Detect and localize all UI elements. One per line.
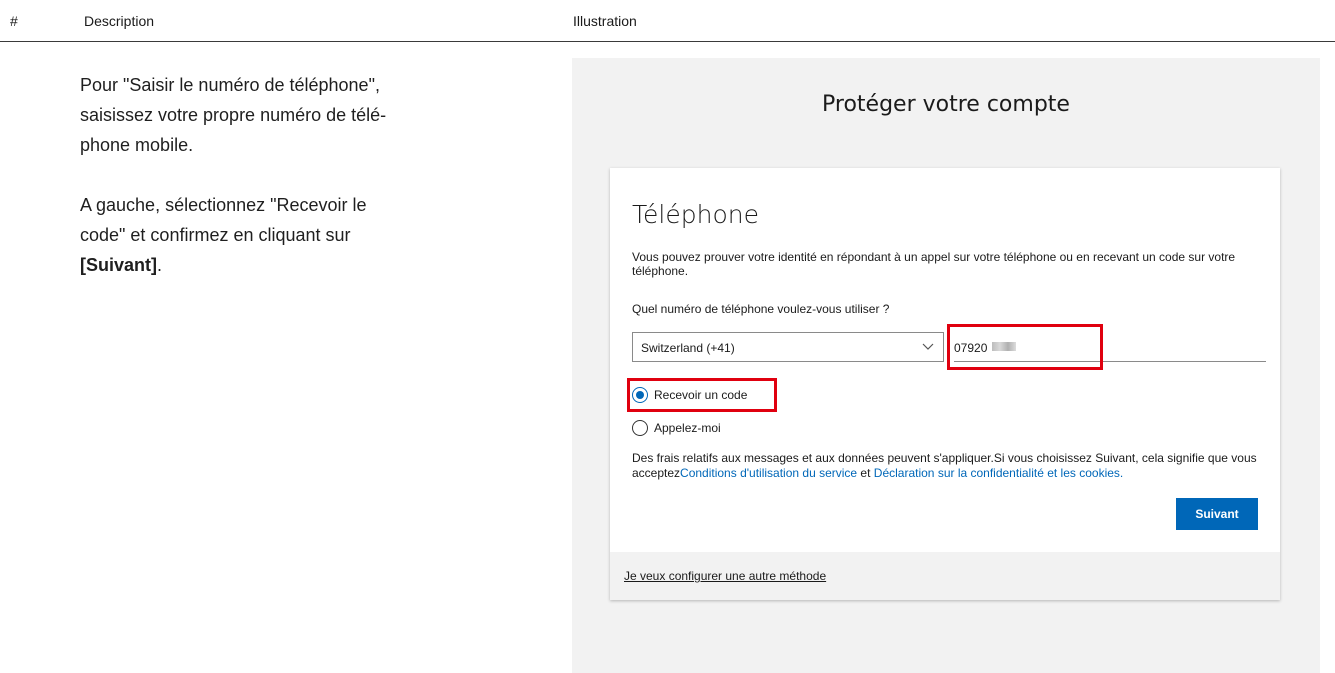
radio-unchecked-icon xyxy=(632,420,648,436)
description-text: Pour "Saisir le numéro de téléphone", sa… xyxy=(80,70,500,310)
card-subtitle: Vous pouvez prouver votre identité en ré… xyxy=(632,250,1236,278)
description-paragraph-2-text: A gauche, sélectionnez "Recevoir le code… xyxy=(80,195,367,245)
other-method-link[interactable]: Je veux configurer une autre méthode xyxy=(624,569,826,583)
column-illustration-header: Illustration xyxy=(573,13,637,29)
highlight-box-phone xyxy=(947,324,1103,370)
card-footer: Je veux configurer une autre méthode xyxy=(610,552,1280,600)
next-button[interactable]: Suivant xyxy=(1176,498,1258,530)
radio-call-me[interactable]: Appelez-moi xyxy=(632,420,721,436)
description-paragraph-2: A gauche, sélectionnez "Recevoir le code… xyxy=(80,190,500,280)
phone-question-label: Quel numéro de téléphone voulez-vous uti… xyxy=(632,302,890,316)
column-description-header: Description xyxy=(84,13,155,29)
country-select-value: Switzerland (+41) xyxy=(641,341,735,355)
radio-call-me-label: Appelez-moi xyxy=(654,421,721,435)
description-paragraph-1: Pour "Saisir le numéro de téléphone", sa… xyxy=(80,75,387,155)
highlight-box-receive-code xyxy=(627,378,777,412)
description-paragraph-2-end: . xyxy=(157,255,163,275)
description-next-bold: [Suivant] xyxy=(80,255,158,275)
legal-and: et xyxy=(857,466,874,480)
illustration-screenshot: Protéger votre compte Téléphone Vous pou… xyxy=(572,58,1320,673)
page-title: Protéger votre compte xyxy=(822,92,1070,117)
legal-notice: Des frais relatifs aux messages et aux d… xyxy=(632,451,1272,481)
chevron-down-icon xyxy=(922,343,934,350)
table-header: # Description Illustration xyxy=(0,0,1335,42)
privacy-link[interactable]: Déclaration sur la confidentialité et le… xyxy=(874,466,1123,480)
country-select[interactable]: Switzerland (+41) xyxy=(632,332,944,362)
column-number-header: # xyxy=(10,13,18,29)
terms-link[interactable]: Conditions d'utilisation du service xyxy=(680,466,857,480)
card-title: Téléphone xyxy=(632,200,759,229)
phone-setup-card: Téléphone Vous pouvez prouver votre iden… xyxy=(610,168,1280,600)
